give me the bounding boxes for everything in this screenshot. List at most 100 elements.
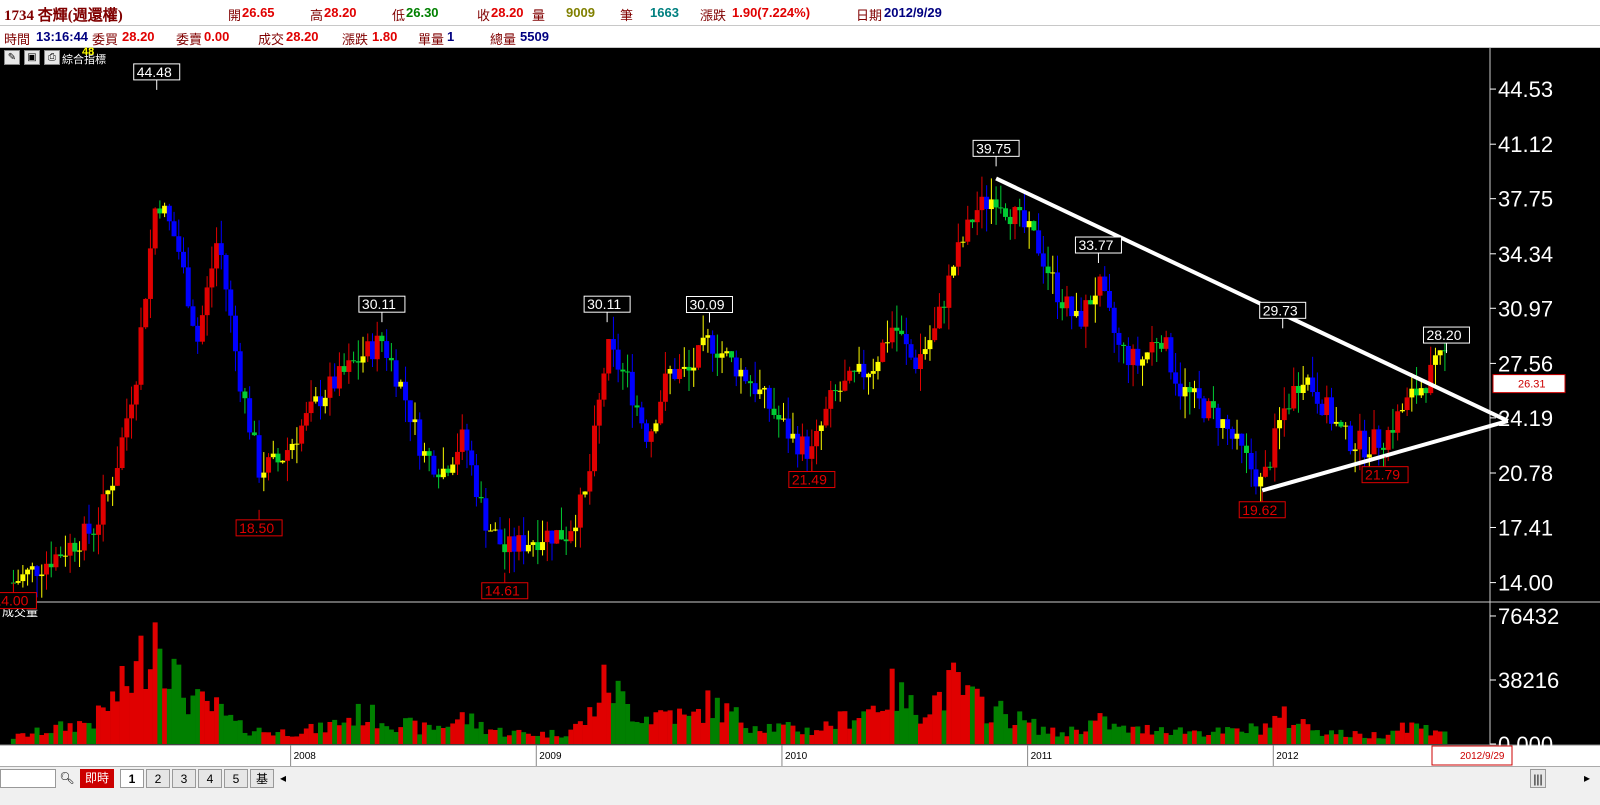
scroll-handle[interactable]: ||| [1530,769,1546,788]
change2-value: 1.80 [372,29,398,44]
candle-body [606,339,612,374]
candle-body [927,340,933,350]
candle-body [1286,408,1292,410]
volume-bar [1196,731,1202,744]
volume-bar [426,724,432,744]
annotation-label: 28.20 [1426,327,1461,343]
volume-bar [374,728,380,744]
volume-bar [1272,715,1278,744]
volume-bar [544,737,550,744]
candle-body [762,387,768,390]
candle-body [799,436,805,455]
pencil-icon[interactable]: ✎ [4,50,20,65]
candle-body [880,342,886,362]
candle-body [81,523,87,551]
stock-title: 1734 杏輝(週還權) [4,8,123,24]
volume-bar [960,694,966,744]
candle-body [1362,430,1368,458]
candle-body [738,369,744,377]
tab-5[interactable]: 5 [224,769,248,788]
volume-bar [927,714,933,744]
volume-bar [473,728,479,744]
candle-body [143,298,149,328]
candle-body [1073,310,1079,317]
candle-body [752,383,758,395]
volume-bar [256,727,262,744]
volume-bar [445,726,451,744]
annotation-label: 14.61 [485,583,520,599]
volume-bar [138,635,144,744]
candle-body [974,210,980,223]
tab-3[interactable]: 3 [172,769,196,788]
volume-bar [823,721,829,744]
candle-body [875,361,881,372]
code-input[interactable] [0,769,56,788]
candle-body [1003,208,1009,217]
volume-bar [672,723,678,744]
candle-body [72,542,78,552]
annotation-label: 18.50 [239,520,274,536]
candle-body [1064,296,1070,309]
candle-body [1352,449,1358,452]
tab-2[interactable]: 2 [146,769,170,788]
volume-bar [639,723,645,744]
time-tick-label: 2009 [539,751,562,762]
candle-body [1253,469,1259,487]
annotation-label: 21.49 [792,472,827,488]
volume-bar [204,700,210,744]
candle-body [1007,216,1013,225]
volume-bar [894,710,900,744]
candle-body [303,413,309,426]
candle-body [1163,337,1169,349]
candle-body [1121,344,1127,346]
tab-1[interactable]: 1 [120,769,144,788]
volume-bar [1154,730,1160,744]
candle-body [1187,387,1193,393]
monitor-icon[interactable]: ▣ [24,50,40,65]
volume-bar [861,711,867,744]
volume-bar [1097,713,1103,744]
volume-bar [105,710,111,744]
bid-value: 28.20 [122,29,155,44]
volume-bar [776,723,782,744]
volume-bar [1404,732,1410,744]
volume-bar [1376,738,1382,744]
candle-body [549,530,555,544]
candle-body [152,208,158,249]
candle-body [1281,408,1287,421]
price-volume-chart[interactable]: 44.5341.1237.7534.3430.9727.5624.1920.78… [0,48,1600,766]
volume-bar [1385,734,1391,744]
volume-bar [525,733,531,744]
volume-bar [247,735,253,744]
print-icon[interactable]: ⎙ [44,50,60,65]
volume-bar [1262,723,1268,744]
live-button[interactable]: 即時 [80,769,114,788]
volume-bar [506,735,512,744]
volume-bar [284,736,290,744]
volume-bar [166,688,172,744]
tab-fundamental[interactable]: 基 [250,769,274,788]
date-value: 2012/9/29 [884,5,942,20]
candle-body [1343,425,1349,427]
candle-body [488,530,494,532]
magnifier-icon[interactable]: 🔍︎ [58,769,76,788]
candle-body [993,199,999,208]
price-tick-label: 37.75 [1498,187,1553,212]
candle-body [351,360,357,362]
tab-4[interactable]: 4 [198,769,222,788]
candle-body [1106,290,1112,308]
volume-bar [450,723,456,744]
candle-body [525,544,531,552]
candle-body [313,396,319,402]
candle-body [634,405,640,408]
volume-bar [1357,733,1363,744]
candle-body [336,366,342,389]
quote-header: 1734 杏輝(週還權) 開 26.65 高 28.20 低 26.30 收 2… [0,0,1600,26]
candle-body [369,341,375,360]
volume-bar [91,728,97,744]
candle-body [1409,388,1415,398]
scroll-left-icon[interactable]: ◂ [276,769,290,788]
scroll-right-icon[interactable]: ▸ [1580,769,1594,788]
volume-bar [15,733,21,744]
candle-body [1234,433,1240,439]
